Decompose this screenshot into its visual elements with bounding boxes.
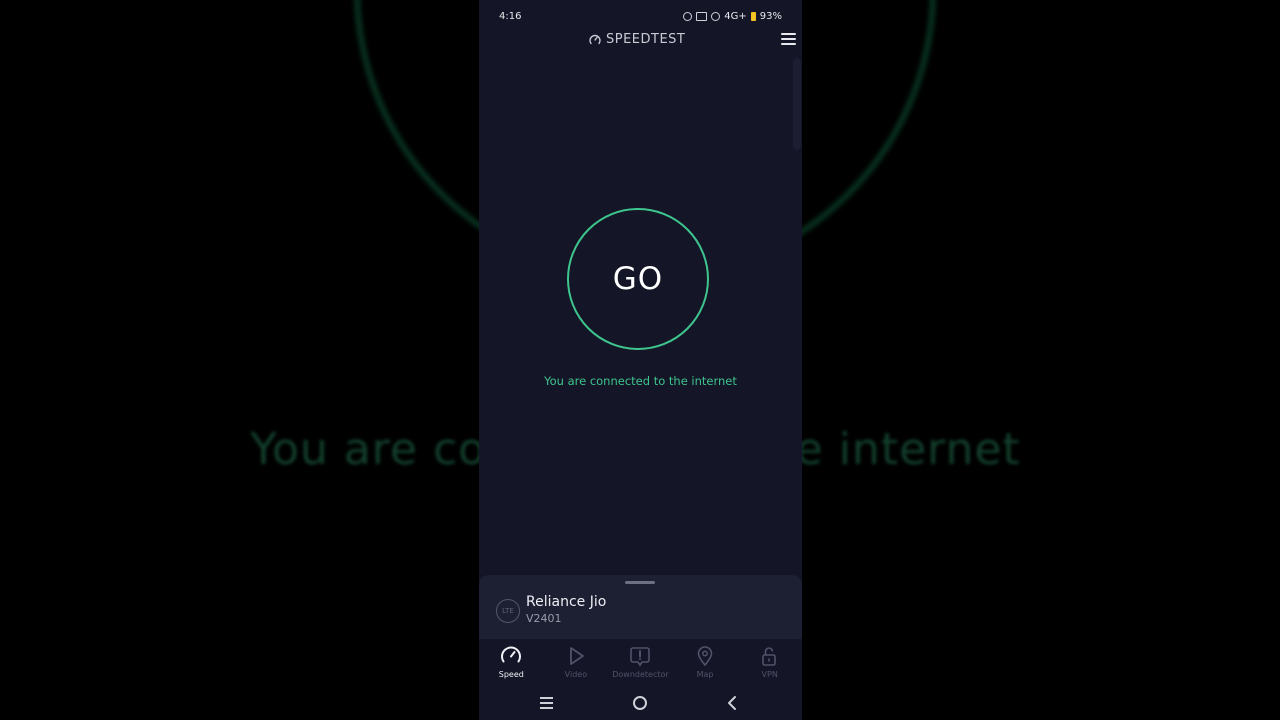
mute-icon	[711, 12, 721, 21]
provider-sheet[interactable]: LTE Reliance Jio V2401	[479, 575, 802, 639]
tab-video[interactable]: Video	[544, 639, 609, 687]
alert-icon	[630, 647, 650, 667]
map-pin-icon	[697, 646, 713, 667]
tab-vpn[interactable]: VPN	[737, 639, 802, 687]
speedtest-gauge-icon	[589, 34, 601, 44]
cast-icon	[696, 12, 708, 21]
tab-label: VPN	[761, 670, 778, 679]
go-button[interactable]: GO	[567, 208, 709, 350]
tab-speed[interactable]: Speed	[479, 639, 544, 687]
scrollbar[interactable]	[793, 58, 801, 150]
speed-gauge-icon	[501, 646, 521, 663]
app-title: SPEEDTEST	[606, 32, 686, 47]
tab-label: Video	[564, 670, 588, 679]
play-icon	[569, 647, 584, 665]
tab-map[interactable]: Map	[673, 639, 738, 687]
tab-label: Map	[696, 670, 714, 679]
hamburger-menu-icon[interactable]	[781, 33, 796, 45]
back-icon[interactable]	[725, 695, 739, 711]
lte-badge-icon: LTE	[496, 599, 520, 623]
recent-apps-icon[interactable]	[540, 697, 553, 709]
system-nav-bar	[479, 688, 802, 720]
sheet-drag-handle[interactable]	[625, 581, 655, 584]
tab-label: Speed	[498, 670, 524, 679]
bottom-tab-bar: Speed Video Downdetector Map VPN	[479, 639, 802, 687]
tab-downdetector[interactable]: Downdetector	[608, 639, 673, 687]
phone-screen: 4:16 4G+ 93% SPEEDTEST GO You are connec…	[479, 0, 802, 720]
carrier-name: Reliance Jio	[526, 594, 607, 610]
connection-status: You are connected to the internet	[544, 374, 737, 388]
status-bar: 4:16 4G+ 93%	[479, 0, 802, 34]
network-type: 4G+	[724, 11, 747, 22]
battery-icon	[750, 12, 756, 21]
app-logo: SPEEDTEST	[589, 32, 685, 47]
status-time: 4:16	[499, 11, 522, 22]
tab-label: Downdetector	[612, 670, 669, 679]
alarm-icon	[683, 12, 693, 21]
battery-level: 93%	[759, 11, 782, 22]
app-header: SPEEDTEST	[479, 30, 802, 52]
lock-icon	[762, 647, 777, 666]
server-name: V2401	[526, 612, 562, 625]
home-icon[interactable]	[633, 696, 647, 710]
status-icons: 4G+ 93%	[683, 11, 782, 22]
